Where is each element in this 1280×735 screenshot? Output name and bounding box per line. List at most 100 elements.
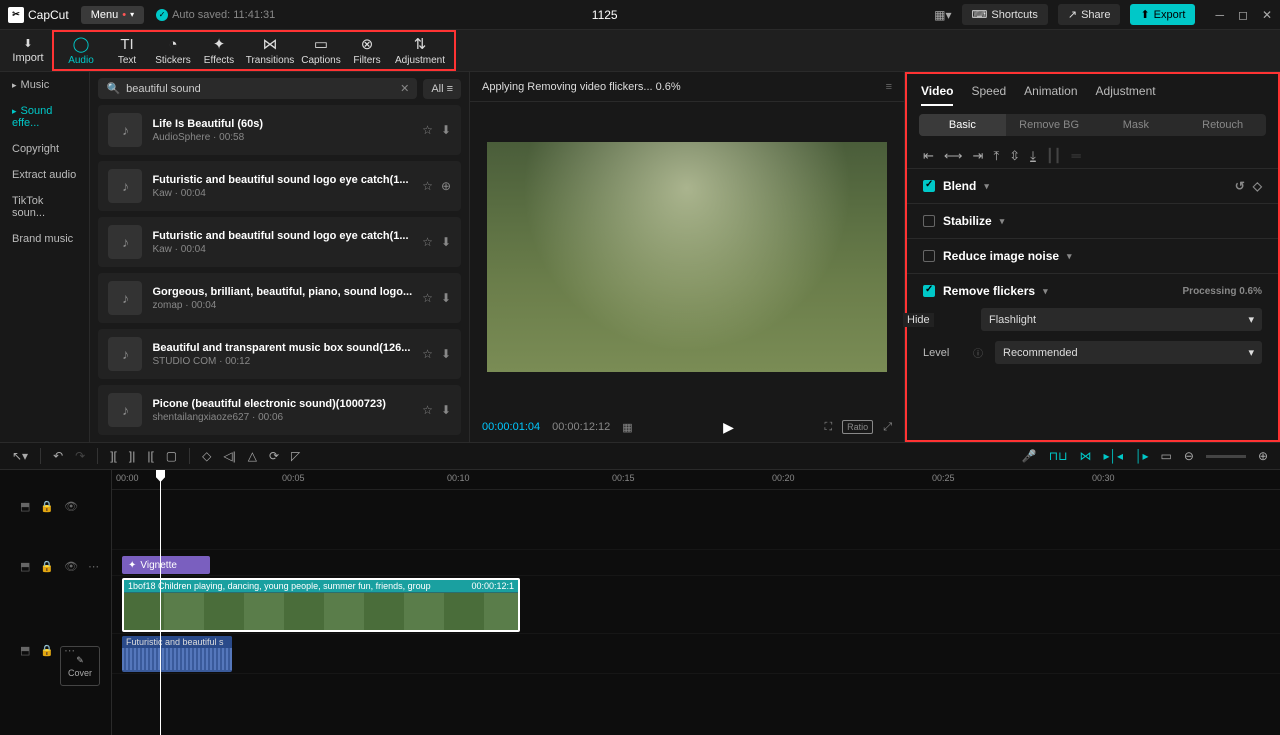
crop-icon[interactable]: ◸ <box>291 449 300 463</box>
subtab-mask[interactable]: Mask <box>1093 114 1180 136</box>
favorite-icon[interactable]: ☆ <box>422 235 433 249</box>
export-button[interactable]: ⬆Export <box>1130 4 1195 25</box>
record-icon[interactable]: ◇ <box>202 449 211 463</box>
pointer-tool-icon[interactable]: ↖▾ <box>12 449 28 463</box>
delete-icon[interactable]: ▢ <box>166 449 177 463</box>
tab-captions[interactable]: ▭Captions <box>298 35 344 66</box>
align-bottom-icon[interactable]: ⤓ <box>1030 148 1036 164</box>
chevron-down-icon[interactable]: ▾ <box>984 181 989 192</box>
flicker-level-select[interactable]: Recommended▾ <box>995 341 1262 364</box>
maximize-icon[interactable]: ◻ <box>1238 8 1248 22</box>
menu-button[interactable]: Menu•▾ <box>81 6 144 24</box>
lock-icon[interactable]: 🔒 <box>40 644 54 657</box>
snap-icon[interactable]: ▸│◂ <box>1103 449 1123 463</box>
effect-clip[interactable]: ✦Vignette <box>122 556 210 574</box>
eye-icon[interactable]: 👁 <box>64 500 78 513</box>
reverse-icon[interactable]: ◁| <box>223 449 235 463</box>
align-center-h-icon[interactable]: ⟷ <box>944 148 963 164</box>
subtab-basic[interactable]: Basic <box>919 114 1006 136</box>
download-icon[interactable]: ⬇ <box>441 347 451 361</box>
audio-item[interactable]: ♪ Gorgeous, brilliant, beautiful, piano,… <box>98 273 461 323</box>
add-icon[interactable]: ⊕ <box>441 179 451 193</box>
inspector-tab-animation[interactable]: Animation <box>1024 84 1077 106</box>
lock-icon[interactable]: 🔒 <box>40 560 54 573</box>
favorite-icon[interactable]: ☆ <box>422 123 433 137</box>
tab-filters[interactable]: ⊗Filters <box>344 35 390 66</box>
favorite-icon[interactable]: ☆ <box>422 403 433 417</box>
search-input[interactable]: 🔍 beautiful sound ✕ <box>98 78 417 99</box>
close-icon[interactable]: ✕ <box>1262 8 1272 22</box>
grid-icon[interactable]: ▦ <box>622 421 632 434</box>
preview-viewport[interactable] <box>487 142 887 372</box>
split-icon[interactable]: ][ <box>110 449 117 463</box>
share-button[interactable]: ↗Share <box>1058 4 1121 25</box>
track-icon[interactable]: │▸ <box>1135 449 1149 463</box>
tab-effects[interactable]: ✦Effects <box>196 35 242 66</box>
keyframe-icon[interactable]: ◇ <box>1253 179 1262 193</box>
chevron-down-icon[interactable]: ▾ <box>1067 251 1072 262</box>
sidebar-item-copyright[interactable]: Copyright <box>0 136 89 162</box>
sidebar-item-tiktok[interactable]: TikTok soun... <box>0 188 89 226</box>
subtab-remove-bg[interactable]: Remove BG <box>1006 114 1093 136</box>
trim-left-icon[interactable]: ]| <box>129 449 135 463</box>
lock-icon[interactable]: 🔒 <box>40 500 54 513</box>
tab-text[interactable]: TIText <box>104 36 150 66</box>
mic-icon[interactable]: 🎤 <box>1022 449 1037 463</box>
video-clip[interactable]: 1bof18 Children playing, dancing, young … <box>122 578 520 632</box>
rotate-icon[interactable]: ⟳ <box>269 449 279 463</box>
chevron-down-icon[interactable]: ▾ <box>1000 216 1005 227</box>
subtab-retouch[interactable]: Retouch <box>1179 114 1266 136</box>
flicker-type-select[interactable]: Flashlight▾ <box>981 308 1262 331</box>
audio-item[interactable]: ♪ Futuristic and beautiful sound logo ey… <box>98 161 461 211</box>
fullscreen-icon[interactable]: ⤢ <box>883 421 892 434</box>
layout-icon[interactable]: ▦▾ <box>934 8 951 22</box>
ratio-button[interactable]: Ratio <box>842 420 873 434</box>
audio-item[interactable]: ♪ Beautiful and transparent music box so… <box>98 329 461 379</box>
link-icon[interactable]: ⋈ <box>1079 449 1091 463</box>
playhead[interactable] <box>160 470 161 735</box>
shortcuts-button[interactable]: ⌨Shortcuts <box>962 4 1048 25</box>
blend-checkbox[interactable] <box>923 180 935 192</box>
track-lock-icon[interactable]: ⬒ <box>20 560 30 573</box>
stabilize-checkbox[interactable] <box>923 215 935 227</box>
tab-adjustment[interactable]: ⇅Adjustment <box>390 35 450 66</box>
undo-icon[interactable]: ↶ <box>53 449 63 463</box>
trim-right-icon[interactable]: |[ <box>147 449 153 463</box>
sidebar-item-sound-effects[interactable]: ▸Sound effe... <box>0 98 89 136</box>
align-top-icon[interactable]: ⤒ <box>993 148 999 164</box>
import-button[interactable]: ⬇ Import <box>4 37 52 64</box>
zoom-out-icon[interactable]: ⊖ <box>1184 449 1194 463</box>
scan-icon[interactable]: ⛶ <box>824 421 832 434</box>
favorite-icon[interactable]: ☆ <box>422 347 433 361</box>
inspector-tab-adjustment[interactable]: Adjustment <box>1096 84 1156 106</box>
reduce-noise-checkbox[interactable] <box>923 250 935 262</box>
clear-search-icon[interactable]: ✕ <box>400 82 409 95</box>
mirror-icon[interactable]: △ <box>248 449 257 463</box>
track-lock-icon[interactable]: ⬒ <box>20 500 30 513</box>
preview-render-icon[interactable]: ▭ <box>1161 449 1172 463</box>
audio-clip[interactable]: Futuristic and beautiful s <box>122 636 232 672</box>
align-left-icon[interactable]: ⇤ <box>923 148 934 164</box>
audio-item[interactable]: ♪ Life Is Beautiful (60s) AudioSphere · … <box>98 105 461 155</box>
magnet-icon[interactable]: ⊓⊔ <box>1049 449 1068 463</box>
download-icon[interactable]: ⬇ <box>441 403 451 417</box>
zoom-slider[interactable] <box>1206 455 1246 458</box>
favorite-icon[interactable]: ☆ <box>422 179 433 193</box>
tab-transitions[interactable]: ⋈Transitions <box>242 35 298 66</box>
inspector-tab-speed[interactable]: Speed <box>971 84 1006 106</box>
chevron-down-icon[interactable]: ▾ <box>1043 286 1048 297</box>
inspector-tab-video[interactable]: Video <box>921 84 953 106</box>
align-right-icon[interactable]: ⇥ <box>973 148 984 164</box>
download-icon[interactable]: ⬇ <box>441 235 451 249</box>
eye-icon[interactable]: 👁 <box>64 560 78 573</box>
play-button[interactable]: ▶ <box>723 419 734 436</box>
sidebar-item-extract-audio[interactable]: Extract audio <box>0 162 89 188</box>
download-icon[interactable]: ⬇ <box>441 291 451 305</box>
filter-button[interactable]: All≡ <box>423 79 461 99</box>
tab-stickers[interactable]: ◔Stickers <box>150 36 196 66</box>
favorite-icon[interactable]: ☆ <box>422 291 433 305</box>
zoom-in-icon[interactable]: ⊕ <box>1258 449 1268 463</box>
minimize-icon[interactable]: ─ <box>1215 8 1224 22</box>
align-center-v-icon[interactable]: ⇳ <box>1009 148 1020 164</box>
track-lock-icon[interactable]: ⬒ <box>20 644 30 657</box>
